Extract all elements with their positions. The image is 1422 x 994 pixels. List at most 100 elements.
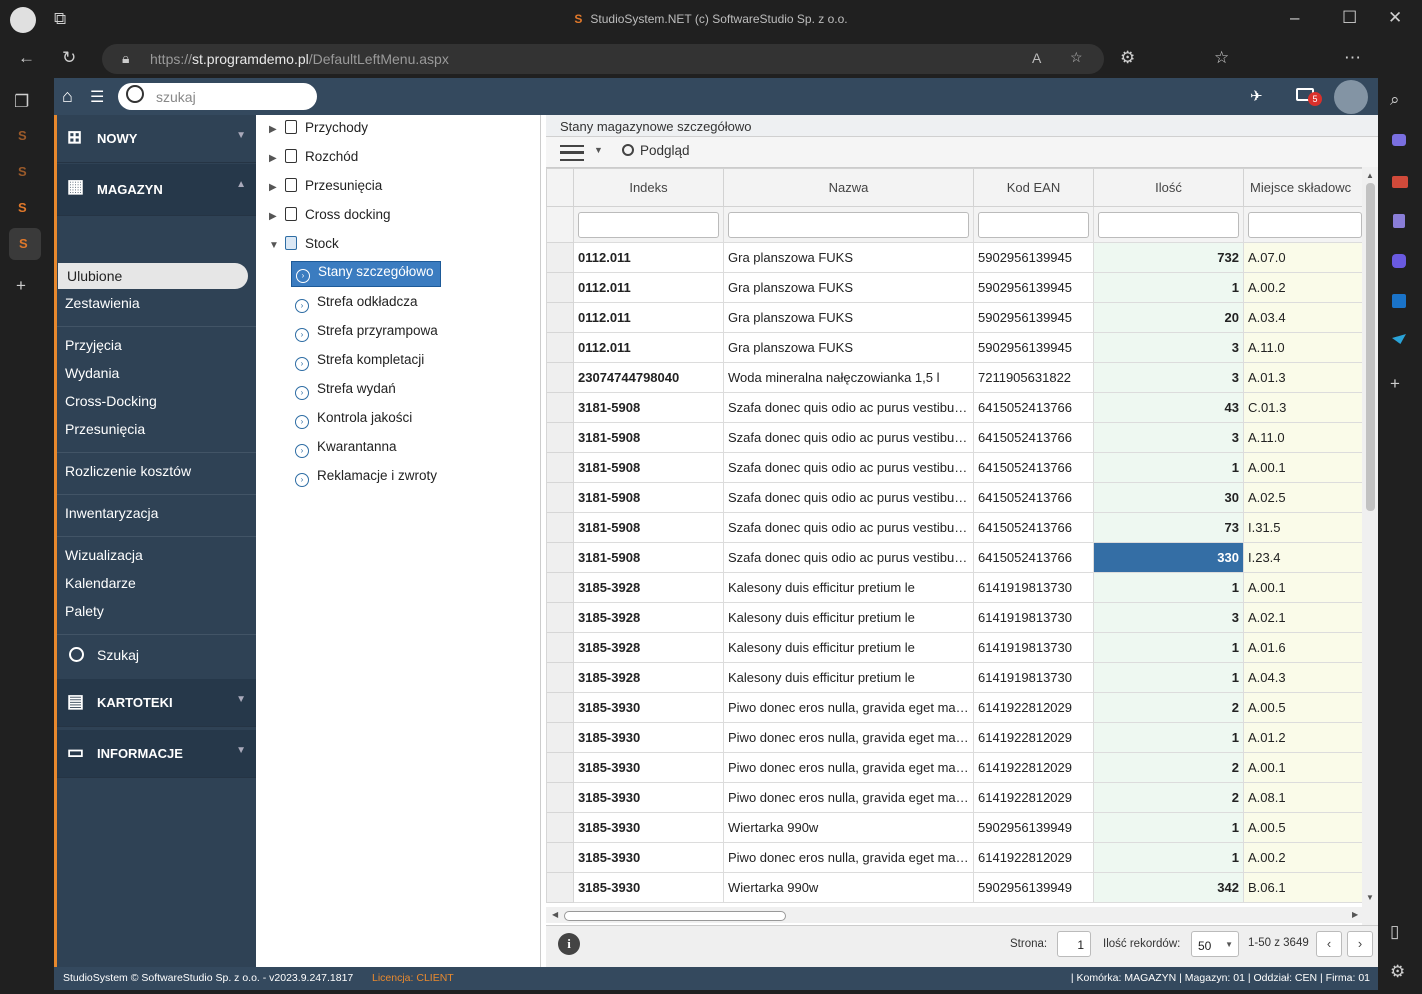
cell-miejsce[interactable]: A.01.3 — [1243, 362, 1362, 393]
cell-miejsce[interactable]: A.11.0 — [1243, 422, 1362, 453]
cell-indeks[interactable]: 3181-5908 — [573, 542, 724, 573]
cell-nazwa[interactable]: Szafa donec quis odio ac purus vestibulu… — [723, 512, 974, 543]
row-header[interactable] — [546, 422, 574, 453]
cell-ilosc[interactable]: 1 — [1093, 812, 1244, 843]
cell-kod-ean[interactable]: 6415052413766 — [973, 542, 1094, 573]
filter-input[interactable] — [578, 211, 719, 238]
tree-node-strefa-kompletacji[interactable]: › Strefa kompletacji — [295, 352, 424, 371]
column-header[interactable]: Miejsce składowc — [1243, 168, 1362, 207]
horizontal-scrollbar[interactable]: ◀ ▶ — [546, 907, 1362, 923]
cell-miejsce[interactable]: A.00.5 — [1243, 692, 1362, 723]
cell-ilosc[interactable]: 732 — [1093, 242, 1244, 273]
cell-nazwa[interactable]: Szafa donec quis odio ac purus vestibulu… — [723, 452, 974, 483]
cell-kod-ean[interactable]: 5902956139945 — [973, 272, 1094, 303]
next-page-button[interactable]: › — [1347, 931, 1373, 957]
table-row[interactable]: 3185-3930 Wiertarka 990w 5902956139949 342 B… — [546, 872, 1362, 903]
table-row[interactable]: 3185-3930 Wiertarka 990w 5902956139949 1 A.0… — [546, 812, 1362, 843]
sidebar-item-cross-docking[interactable]: Cross-Docking — [65, 393, 157, 409]
cell-ilosc[interactable]: 1 — [1093, 572, 1244, 603]
hamburger-menu-icon[interactable] — [560, 145, 584, 161]
cell-kod-ean[interactable]: 6141922812029 — [973, 752, 1094, 783]
cell-nazwa[interactable]: Piwo donec eros nulla, gravida eget maur… — [723, 692, 974, 723]
cell-ilosc[interactable]: 2 — [1093, 752, 1244, 783]
cell-nazwa[interactable]: Wiertarka 990w — [723, 872, 974, 903]
games-icon[interactable] — [1393, 214, 1405, 228]
row-header[interactable] — [546, 662, 574, 693]
cell-ilosc[interactable]: 2 — [1093, 782, 1244, 813]
row-header[interactable] — [546, 362, 574, 393]
cell-indeks[interactable]: 0112.011 — [573, 302, 724, 333]
tree-node-kontrola-jakosci[interactable]: › Kontrola jakości — [295, 410, 412, 429]
cell-miejsce[interactable]: A.11.0 — [1243, 332, 1362, 363]
cell-indeks[interactable]: 3181-5908 — [573, 512, 724, 543]
row-header[interactable] — [546, 392, 574, 423]
cell-kod-ean[interactable]: 6141919813730 — [973, 572, 1094, 603]
cell-kod-ean[interactable]: 6141919813730 — [973, 662, 1094, 693]
table-row[interactable]: 3185-3928 Kalesony duis efficitur pretium… — [546, 602, 1362, 633]
cell-nazwa[interactable]: Kalesony duis efficitur pretium le — [723, 632, 974, 663]
table-row[interactable]: 3185-3930 Piwo donec eros nulla, gravida … — [546, 692, 1362, 723]
cell-miejsce[interactable]: A.00.1 — [1243, 752, 1362, 783]
row-header[interactable] — [546, 692, 574, 723]
tree-node-rozchod[interactable]: ▶ Rozchód — [269, 149, 358, 164]
read-aloud-icon[interactable]: A — [1032, 50, 1041, 66]
prev-page-button[interactable]: ‹ — [1316, 931, 1342, 957]
address-bar[interactable]: 🔒︎ https://st.programdemo.pl/DefaultLeft… — [102, 44, 1104, 74]
cell-kod-ean[interactable]: 6415052413766 — [973, 482, 1094, 513]
tree-node-cross-docking[interactable]: ▶ Cross docking — [269, 207, 391, 222]
cell-kod-ean[interactable]: 6415052413766 — [973, 452, 1094, 483]
cell-miejsce[interactable]: A.00.2 — [1243, 842, 1362, 873]
sidebar-item-wydania[interactable]: Wydania — [65, 365, 119, 381]
sidebar-item-inwentaryzacja[interactable]: Inwentaryzacja — [65, 505, 158, 521]
cell-kod-ean[interactable]: 5902956139949 — [973, 872, 1094, 903]
cell-nazwa[interactable]: Szafa donec quis odio ac purus vestibulu… — [723, 422, 974, 453]
cell-indeks[interactable]: 3185-3930 — [573, 872, 724, 903]
minimize-icon[interactable]: – — [1290, 8, 1299, 28]
tab-icon[interactable]: S — [18, 200, 27, 215]
cell-kod-ean[interactable]: 6141922812029 — [973, 782, 1094, 813]
split-icon[interactable]: ▯ — [1390, 922, 1399, 942]
cell-miejsce[interactable]: A.02.5 — [1243, 482, 1362, 513]
cell-indeks[interactable]: 3185-3930 — [573, 722, 724, 753]
cell-indeks[interactable]: 0112.011 — [573, 242, 724, 273]
cell-indeks[interactable]: 3185-3928 — [573, 632, 724, 663]
table-row[interactable]: 3185-3928 Kalesony duis efficitur pretium… — [546, 632, 1362, 663]
cell-nazwa[interactable]: Gra planszowa FUKS — [723, 272, 974, 303]
table-row[interactable]: 3181-5908 Szafa donec quis odio ac purus … — [546, 452, 1362, 483]
cell-ilosc[interactable]: 1 — [1093, 272, 1244, 303]
cell-nazwa[interactable]: Gra planszowa FUKS — [723, 302, 974, 333]
row-header[interactable] — [546, 572, 574, 603]
row-header[interactable] — [546, 512, 574, 543]
cell-kod-ean[interactable]: 5902956139949 — [973, 812, 1094, 843]
table-row[interactable]: 23074744798040 Woda mineralna nałęczowian… — [546, 362, 1362, 393]
sidebar-item-rozliczenie[interactable]: Rozliczenie kosztów — [65, 463, 191, 479]
cell-miejsce[interactable]: A.00.1 — [1243, 572, 1362, 603]
row-header[interactable] — [546, 752, 574, 783]
tree-node-strefa-wydan[interactable]: › Strefa wydań — [295, 381, 396, 400]
table-row[interactable]: 0112.011 Gra planszowa FUKS 5902956139945 1… — [546, 272, 1362, 303]
sidebar-magazyn[interactable]: ▦ MAGAZYN ▲ — [57, 164, 256, 216]
cell-indeks[interactable]: 3185-3930 — [573, 752, 724, 783]
cell-nazwa[interactable]: Kalesony duis efficitur pretium le — [723, 662, 974, 693]
sidebar-item-ulubione[interactable]: Ulubione — [58, 263, 248, 289]
row-header[interactable] — [546, 272, 574, 303]
cell-nazwa[interactable]: Gra planszowa FUKS — [723, 242, 974, 273]
cell-kod-ean[interactable]: 5902956139945 — [973, 332, 1094, 363]
sidebar-item-zestawienia[interactable]: Zestawienia — [65, 295, 140, 311]
cell-ilosc[interactable]: 1 — [1093, 842, 1244, 873]
cell-indeks[interactable]: 0112.011 — [573, 332, 724, 363]
cell-nazwa[interactable]: Szafa donec quis odio ac purus vestibulu… — [723, 482, 974, 513]
column-header[interactable]: Kod EAN — [973, 168, 1094, 207]
cell-ilosc[interactable]: 43 — [1093, 392, 1244, 423]
outlook-icon[interactable] — [1392, 294, 1406, 308]
cell-miejsce[interactable]: A.00.5 — [1243, 812, 1362, 843]
search-input[interactable]: szukaj — [118, 83, 317, 110]
cell-indeks[interactable]: 23074744798040 — [573, 362, 724, 393]
cell-miejsce[interactable]: A.04.3 — [1243, 662, 1362, 693]
sidebar-item-kalendarze[interactable]: Kalendarze — [65, 575, 136, 591]
settings-icon[interactable]: ⚙ — [1390, 962, 1405, 982]
scroll-down-icon[interactable]: ▼ — [1366, 893, 1374, 902]
table-row[interactable]: 3181-5908 Szafa donec quis odio ac purus … — [546, 482, 1362, 513]
row-header[interactable] — [546, 302, 574, 333]
column-header[interactable]: Ilość — [1093, 168, 1244, 207]
